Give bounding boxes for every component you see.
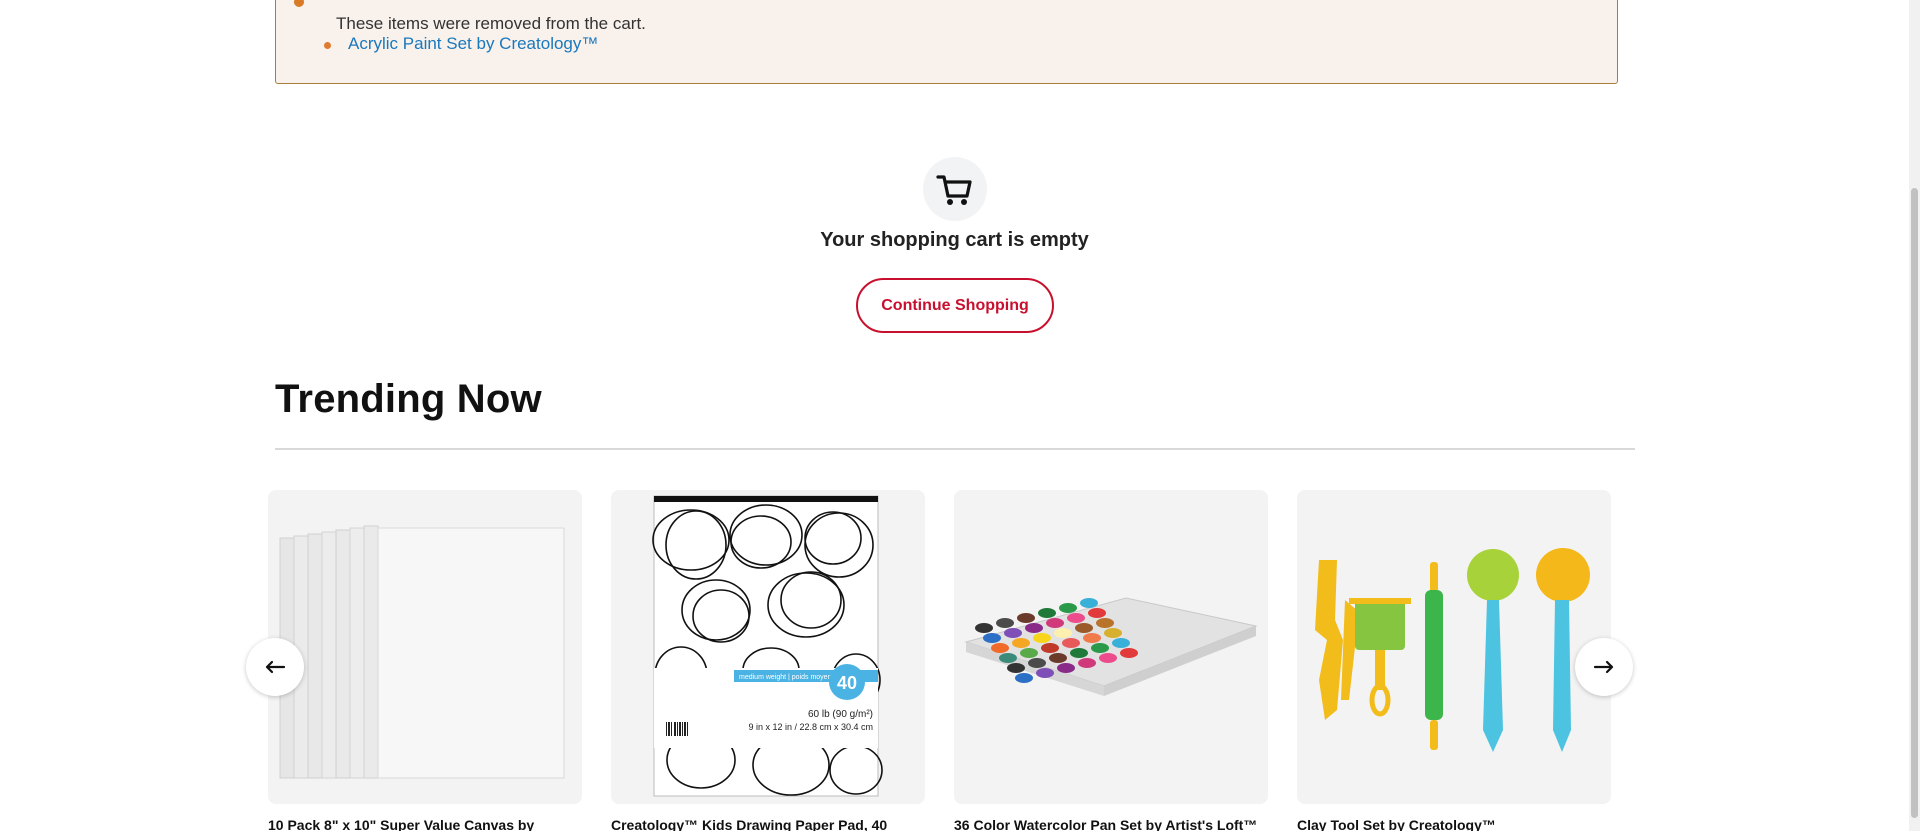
paint-pan xyxy=(991,643,1009,653)
paint-pan xyxy=(1054,628,1072,638)
paint-pan xyxy=(1057,663,1075,673)
paint-pan xyxy=(1025,623,1043,633)
arrow-left-icon xyxy=(265,660,286,674)
paint-pan xyxy=(975,623,993,633)
product-title[interactable]: 36 Color Watercolor Pan Set by Artist's … xyxy=(954,817,1274,831)
paint-pan xyxy=(1028,658,1046,668)
trending-title: Trending Now xyxy=(275,377,542,421)
removed-items-notice: These items were removed from the cart. … xyxy=(275,0,1618,84)
empty-cart-title: Your shopping cart is empty xyxy=(820,229,1089,251)
product-card-canvas[interactable] xyxy=(268,490,582,804)
product-card-drawing-pad[interactable]: medium weight | poids moyen 40 60 lb (90… xyxy=(611,490,925,804)
paint-pan xyxy=(1038,608,1056,618)
paint-pan xyxy=(1015,673,1033,683)
cart-icon xyxy=(923,157,987,221)
paint-pan xyxy=(1033,633,1051,643)
paint-pan xyxy=(1020,648,1038,658)
carousel-prev-button[interactable] xyxy=(246,638,304,696)
paint-pan xyxy=(983,633,1001,643)
paint-pan xyxy=(1075,623,1093,633)
drawing-pad-size: 9 in x 12 in / 22.8 cm x 30.4 cm xyxy=(748,722,873,732)
paint-pan xyxy=(1046,618,1064,628)
paint-pan xyxy=(1012,638,1030,648)
warning-icon xyxy=(294,0,304,7)
notice-message: These items were removed from the cart. xyxy=(336,14,646,33)
paint-pan xyxy=(1096,618,1114,628)
clay-tools-image xyxy=(1315,548,1590,752)
paint-pan xyxy=(1059,603,1077,613)
page: These items were removed from the cart. … xyxy=(0,0,1909,831)
paint-pan xyxy=(1083,633,1101,643)
bullet-icon xyxy=(324,42,331,49)
paint-pan xyxy=(1017,613,1035,623)
paint-pan xyxy=(1112,638,1130,648)
paint-pan xyxy=(1080,598,1098,608)
section-divider xyxy=(275,448,1635,450)
paint-pan xyxy=(1078,658,1096,668)
product-card-clay-tools[interactable] xyxy=(1297,490,1611,804)
paint-pan xyxy=(1088,608,1106,618)
paint-pan xyxy=(1036,668,1054,678)
paint-pan xyxy=(1004,628,1022,638)
paint-pan xyxy=(1067,613,1085,623)
product-card-watercolor[interactable] xyxy=(954,490,1268,804)
product-title[interactable]: Creatology™ Kids Drawing Paper Pad, 40 xyxy=(611,817,931,831)
drawing-pad-band-text: medium weight | poids moyen xyxy=(739,674,832,681)
paint-pan xyxy=(996,618,1014,628)
paint-pan xyxy=(999,653,1017,663)
paint-pan xyxy=(1070,648,1088,658)
product-title[interactable]: Clay Tool Set by Creatology™ xyxy=(1297,817,1617,831)
continue-shopping-button[interactable]: Continue Shopping xyxy=(856,278,1054,333)
drawing-pad-image: medium weight | poids moyen 40 60 lb (90… xyxy=(652,495,883,797)
paint-pan xyxy=(1104,628,1122,638)
carousel-next-button[interactable] xyxy=(1575,638,1633,696)
drawing-pad-count: 40 xyxy=(837,673,857,693)
product-title[interactable]: 10 Pack 8" x 10" Super Value Canvas by xyxy=(268,817,588,831)
arrow-right-icon xyxy=(1593,660,1614,674)
watercolor-set-image xyxy=(964,597,1258,696)
paint-pan xyxy=(1062,638,1080,648)
paint-pan xyxy=(1041,643,1059,653)
paint-pan xyxy=(1120,648,1138,658)
paint-pan xyxy=(1049,653,1067,663)
paint-pan xyxy=(1007,663,1025,673)
paint-pan xyxy=(1091,643,1109,653)
scrollbar-thumb[interactable] xyxy=(1911,188,1918,818)
paint-pan xyxy=(1099,653,1117,663)
canvas-pack-image xyxy=(279,525,565,779)
drawing-pad-weight: 60 lb (90 g/m²) xyxy=(808,709,873,720)
removed-item-link[interactable]: Acrylic Paint Set by Creatology™ xyxy=(348,34,598,54)
